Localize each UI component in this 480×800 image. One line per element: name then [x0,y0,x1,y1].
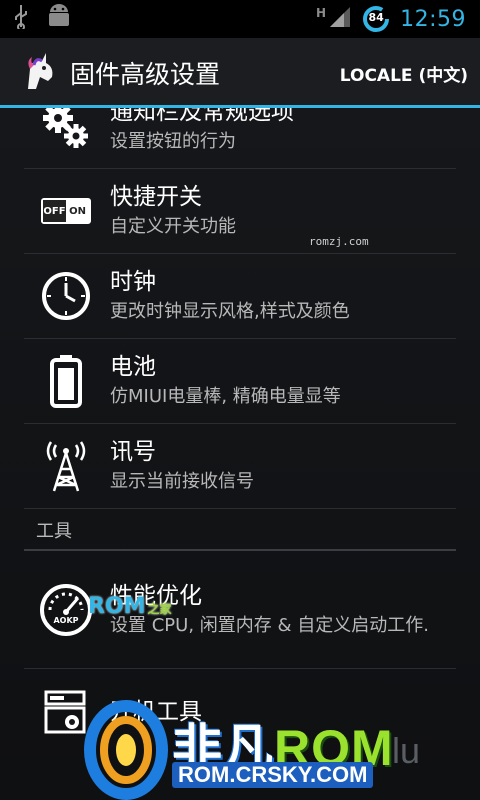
list-item-battery[interactable]: 电池 仿MIUI电量棒, 精确电量显等 [24,339,456,424]
item-subtitle: 仿MIUI电量棒, 精确电量显等 [110,386,341,407]
battery-ring-icon: 84 [362,5,390,33]
crsky-logo: 非凡ROM ROM.CRSKY.COM lu [80,700,480,800]
list-item-signal[interactable]: 讯号 显示当前接收信号 [24,424,456,509]
watermark-rom-text: ROM [88,594,146,619]
page-title: 固件高级设置 [70,60,221,89]
locale-button[interactable]: LOCALE (中文) [340,61,468,86]
speedometer-icon: AOKP [36,580,96,640]
logo-url: ROM.CRSKY.COM [172,762,374,788]
item-subtitle: 自定义开关功能 [110,216,236,237]
gears-icon [36,108,96,156]
watermark-rom: ROM 之家 [88,594,172,619]
battery-level: 84 [368,11,384,24]
list-item-clock[interactable]: 时钟 更改时钟显示风格,样式及颜色 [24,254,456,339]
battery-icon [36,351,96,411]
item-title: 通知栏及常规选项 [110,108,294,125]
crsky-swirl-icon [84,700,168,800]
item-title: 时钟 [110,269,156,295]
watermark-romzj: romzj.com [309,235,369,248]
status-right: H 84 12:59 [316,5,466,33]
item-subtitle: 设置按钮的行为 [110,131,236,152]
usb-icon [14,5,28,33]
logo-su: lu [392,730,421,771]
watermark-rom-zhi: 之家 [147,602,172,616]
clock-icon [36,266,96,326]
item-subtitle: 显示当前接收信号 [110,471,254,492]
list-item-quick-toggles[interactable]: OFF ON 快捷开关 自定义开关功能 [24,169,456,254]
signal-tower-icon [36,436,96,496]
signal-type-icon: H [316,6,327,20]
signal-strength-icon [328,5,352,33]
toggle-switch-icon: OFF ON [36,181,96,241]
settings-list: 通知栏及常规选项 设置按钮的行为 OFF ON 快捷开关 自定义开关功能 时钟 … [24,108,456,754]
toggle-off-label: OFF [43,200,66,222]
item-subtitle: 更改时钟显示风格,样式及颜色 [110,301,350,322]
list-item-notification[interactable]: 通知栏及常规选项 设置按钮的行为 [24,108,456,169]
settings-content[interactable]: 通知栏及常规选项 设置按钮的行为 OFF ON 快捷开关 自定义开关功能 时钟 … [0,108,480,800]
item-title: 快捷开关 [110,184,202,210]
gauge-label: AOKP [53,615,79,625]
status-left [14,4,72,34]
toggle-on-label: ON [66,200,89,222]
section-header-tools: 工具 [24,509,456,551]
action-bar: 固件高级设置 LOCALE (中文) [0,38,480,108]
status-clock: 12:59 [400,6,466,32]
item-title: 讯号 [110,439,156,465]
unicorn-app-icon[interactable] [22,51,58,95]
status-bar: H 84 12:59 [0,0,480,38]
item-title: 电池 [110,354,156,380]
android-debug-icon [46,4,72,34]
